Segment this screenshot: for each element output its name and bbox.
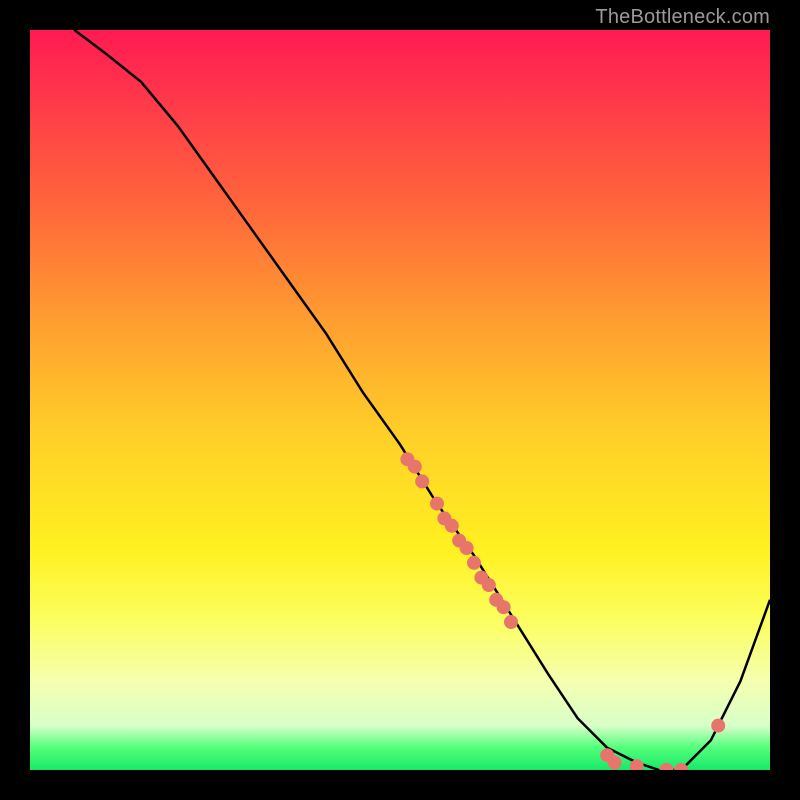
data-point [482, 578, 496, 592]
chart-svg [30, 30, 770, 770]
data-point [408, 460, 422, 474]
data-point [430, 497, 444, 511]
data-point [445, 519, 459, 533]
data-point [504, 615, 518, 629]
data-point [659, 763, 673, 770]
data-point [711, 719, 725, 733]
chart-stage: TheBottleneck.com [0, 0, 800, 800]
watermark-label: TheBottleneck.com [595, 6, 770, 29]
plot-area [30, 30, 770, 770]
data-point [460, 541, 474, 555]
data-point [415, 474, 429, 488]
data-point [608, 756, 622, 770]
curve-line [74, 30, 770, 770]
data-point [497, 600, 511, 614]
data-point [467, 556, 481, 570]
data-points [400, 452, 725, 770]
